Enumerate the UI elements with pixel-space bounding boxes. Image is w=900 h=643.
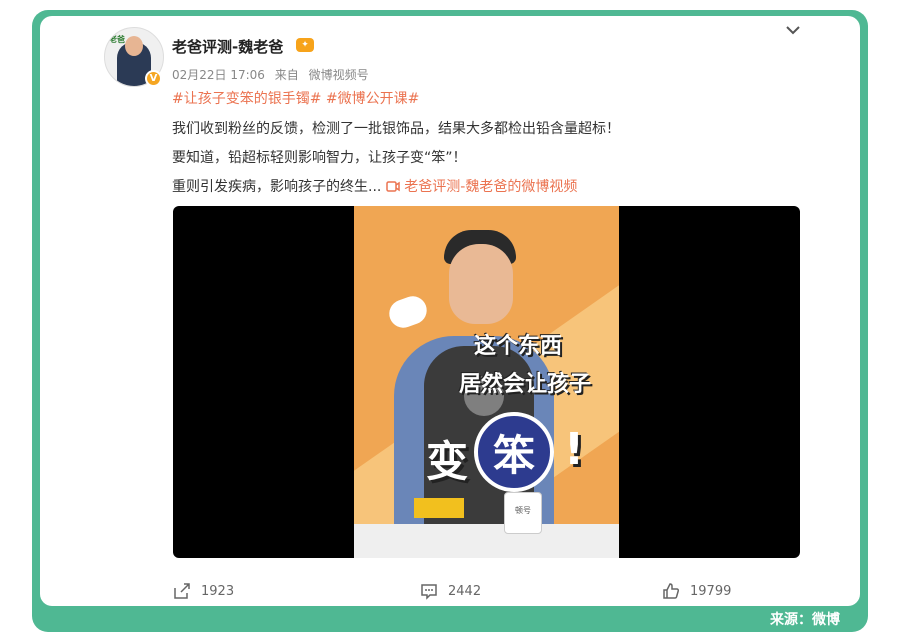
video-caption-ben: 笨 <box>474 412 554 492</box>
image-source-credit: 来源：微博 <box>770 612 840 628</box>
chevron-down-icon[interactable] <box>783 20 803 40</box>
like-count: 19799 <box>690 583 732 599</box>
post-text-line-2: 要知道，铅超标轻则影响智力，让孩子变“笨”！ <box>172 150 467 166</box>
table-surface <box>354 524 619 558</box>
like-button[interactable]: 19799 <box>662 582 731 600</box>
video-link[interactable]: 老爸评测-魏老爸的微博视频 <box>386 179 578 195</box>
comment-button[interactable]: 2442 <box>420 582 481 600</box>
verified-icon: V <box>145 70 162 87</box>
gold-box <box>414 498 464 518</box>
video-player[interactable]: 这个东西 居然会让孩子 变 笨 ! 顿号 <box>173 206 800 558</box>
share-count: 1923 <box>201 583 235 599</box>
vip-icon: ✦ <box>296 38 314 52</box>
share-button[interactable]: 1923 <box>173 582 234 600</box>
brand-logo: 老爸 <box>109 35 125 44</box>
post-text-line-1: 我们收到粉丝的反馈，检测了一批银饰品，结果大多都检出铅含量超标！ <box>172 121 620 137</box>
video-caption-exclaim: ! <box>564 424 585 475</box>
video-caption-2: 居然会让孩子 <box>459 372 592 397</box>
share-icon <box>174 583 190 599</box>
source-name[interactable]: 微博视频号 <box>309 68 369 82</box>
hashtags[interactable]: #让孩子变笨的银手镯# #微博公开课# <box>172 88 419 108</box>
avatar-head <box>125 36 143 56</box>
comment-icon <box>421 584 437 600</box>
video-icon <box>386 181 400 192</box>
source-prefix: 来自 <box>274 68 299 82</box>
mug: 顿号 <box>504 492 542 534</box>
video-thumbnail: 这个东西 居然会让孩子 变 笨 ! 顿号 <box>354 206 619 558</box>
mug-label: 顿号 <box>515 506 531 515</box>
post-text-line-3: 重则引发疾病，影响孩子的终生... 老爸评测-魏老爸的微博视频 <box>172 176 577 196</box>
video-caption-bian: 变 <box>426 437 469 486</box>
video-caption-1: 这个东西 <box>474 334 563 359</box>
username[interactable]: 老爸评测-魏老爸 <box>172 36 283 57</box>
like-icon <box>663 583 680 599</box>
post-text-line-3-text: 重则引发疾病，影响孩子的终生... <box>172 179 382 195</box>
presenter-face <box>449 244 513 324</box>
video-link-label: 老爸评测-魏老爸的微博视频 <box>404 179 578 195</box>
comment-count: 2442 <box>448 583 482 599</box>
post-date[interactable]: 02月22日 17:06 <box>172 68 265 82</box>
post-meta: 02月22日 17:06 来自 微博视频号 <box>172 66 375 83</box>
pointing-hand-icon <box>385 292 431 332</box>
